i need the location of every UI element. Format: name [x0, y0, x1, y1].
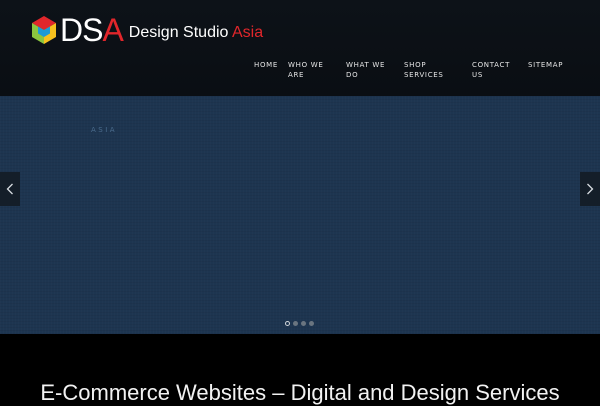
slider-dot-2[interactable]: [293, 321, 298, 326]
slide-caption: ASIA: [91, 126, 118, 134]
nav-item-contact-us[interactable]: CONTACT US: [472, 60, 510, 80]
chevron-right-icon: [587, 183, 594, 195]
slider-prev-button[interactable]: [0, 172, 20, 206]
nav-item-home[interactable]: HOME: [254, 60, 278, 70]
hero-slider: ASIA: [0, 96, 600, 334]
slider-pagination: [285, 321, 314, 326]
nav-item-who-we-are[interactable]: WHO WE ARE: [288, 60, 323, 80]
section-title: E-Commerce Websites – Digital and Design…: [40, 380, 560, 405]
site-header: DS A Design Studio Asia HOME WHO WE ARE W…: [0, 0, 600, 96]
slider-dot-3[interactable]: [301, 321, 306, 326]
logo-letter-accent: A: [102, 12, 123, 48]
slider-dot-1[interactable]: [285, 321, 290, 326]
nav-item-sitemap[interactable]: SITEMAP: [528, 60, 563, 70]
chevron-left-icon: [6, 183, 13, 195]
site-logo[interactable]: DS A Design Studio Asia: [31, 14, 263, 46]
nav-item-shop-services[interactable]: SHOP SERVICES: [404, 60, 444, 80]
brand-name: Design Studio Asia: [129, 24, 263, 42]
logo-wordmark: DS A: [60, 12, 124, 48]
intro-section: E-Commerce Websites – Digital and Design…: [0, 334, 600, 405]
slider-dot-4[interactable]: [309, 321, 314, 326]
nav-item-what-we-do[interactable]: WHAT WE DO: [346, 60, 385, 80]
logo-letters: DS: [60, 12, 103, 48]
dsa-logo-cube-icon: [32, 16, 56, 44]
slider-next-button[interactable]: [580, 172, 600, 206]
brand-name-main: Design Studio: [128, 23, 232, 41]
brand-name-accent: Asia: [231, 23, 264, 41]
